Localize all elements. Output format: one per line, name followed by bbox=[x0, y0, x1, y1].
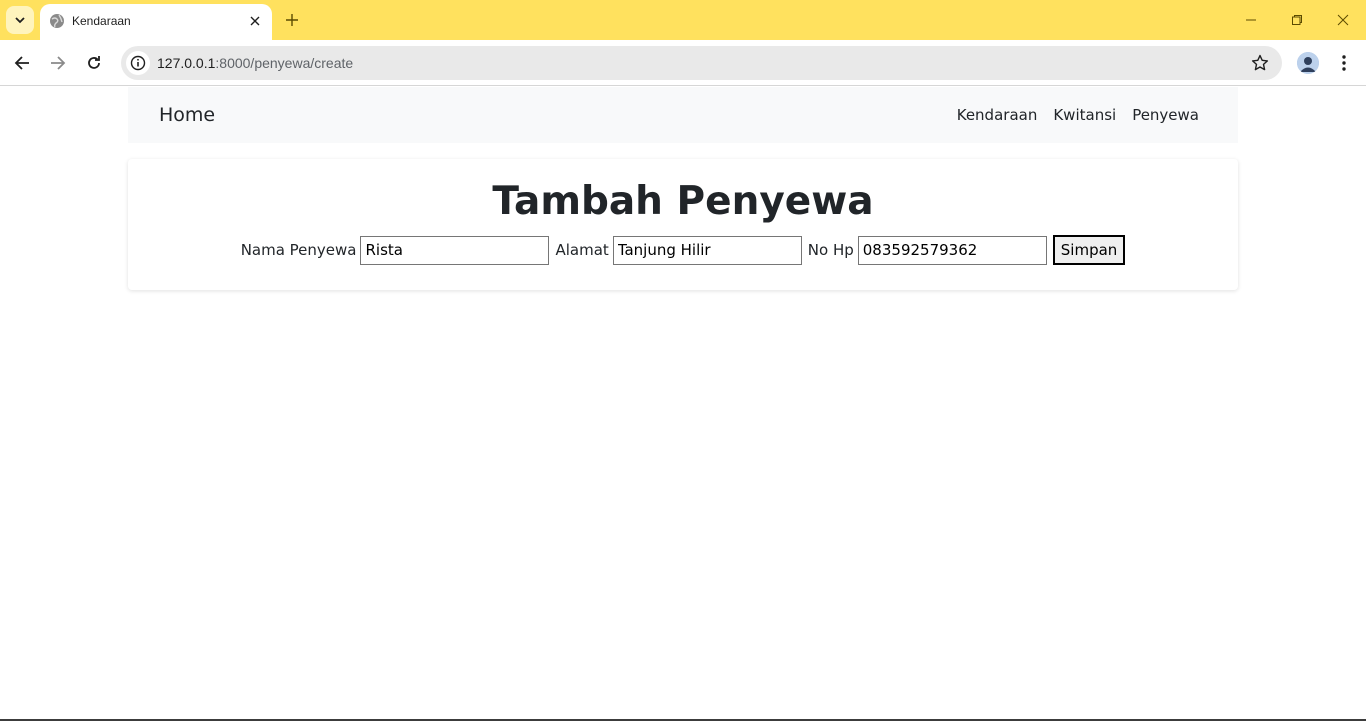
tab-search-button[interactable] bbox=[6, 6, 34, 34]
plus-icon bbox=[286, 14, 298, 26]
arrow-right-icon bbox=[51, 56, 66, 70]
hp-label: No Hp bbox=[807, 241, 854, 259]
back-button[interactable] bbox=[10, 51, 34, 75]
more-vert-icon bbox=[1342, 55, 1346, 71]
tab-strip: Kendaraan bbox=[0, 0, 1366, 40]
close-icon bbox=[1337, 14, 1349, 26]
browser-toolbar: 127.0.0.1:8000/penyewa/create bbox=[0, 40, 1366, 86]
alamat-label: Alamat bbox=[555, 241, 609, 259]
star-icon bbox=[1251, 54, 1269, 71]
minimize-button[interactable] bbox=[1241, 10, 1261, 30]
browser-tab[interactable]: Kendaraan bbox=[40, 4, 272, 40]
nama-input[interactable] bbox=[360, 235, 550, 265]
close-icon bbox=[250, 16, 260, 26]
site-info-button[interactable] bbox=[126, 51, 150, 75]
url-path: :8000/penyewa/create bbox=[215, 55, 354, 71]
hp-input[interactable] bbox=[857, 235, 1047, 265]
page-content: Home Kendaraan Kwitansi Penyewa Tambah P… bbox=[0, 87, 1366, 721]
alamat-input[interactable] bbox=[612, 235, 802, 265]
restore-icon bbox=[1292, 15, 1302, 25]
tab-close-button[interactable] bbox=[246, 12, 264, 30]
tab-title: Kendaraan bbox=[72, 14, 131, 28]
forward-button[interactable] bbox=[46, 51, 70, 75]
globe-icon bbox=[50, 14, 64, 28]
address-bar[interactable]: 127.0.0.1:8000/penyewa/create bbox=[121, 46, 1282, 80]
avatar-icon bbox=[1297, 52, 1319, 74]
page-title: Tambah Penyewa bbox=[492, 179, 874, 224]
browser-menu-button[interactable] bbox=[1334, 52, 1354, 74]
minimize-icon bbox=[1246, 19, 1256, 21]
bookmark-button[interactable] bbox=[1250, 53, 1270, 73]
close-window-button[interactable] bbox=[1333, 10, 1353, 30]
info-icon bbox=[130, 55, 146, 71]
nav-link-penyewa[interactable]: Penyewa bbox=[1132, 106, 1199, 124]
arrow-left-icon bbox=[14, 56, 29, 70]
restore-button[interactable] bbox=[1287, 10, 1307, 30]
nama-label: Nama Penyewa bbox=[240, 241, 357, 259]
reload-icon bbox=[88, 56, 100, 69]
navbar-links: Kendaraan Kwitansi Penyewa bbox=[957, 106, 1199, 124]
simpan-button[interactable]: Simpan bbox=[1052, 235, 1126, 265]
profile-avatar[interactable] bbox=[1297, 52, 1319, 74]
chevron-down-icon bbox=[15, 17, 25, 24]
new-tab-button[interactable] bbox=[282, 10, 302, 30]
url-text: 127.0.0.1:8000/penyewa/create bbox=[157, 55, 353, 71]
reload-button[interactable] bbox=[82, 51, 106, 75]
nav-link-kwitansi[interactable]: Kwitansi bbox=[1053, 106, 1116, 124]
form-card: Tambah Penyewa Nama Penyewa Alamat No Hp… bbox=[128, 159, 1238, 290]
navbar-brand[interactable]: Home bbox=[159, 104, 215, 126]
url-host: 127.0.0.1 bbox=[157, 55, 216, 71]
penyewa-form: Nama Penyewa Alamat No Hp Simpan bbox=[128, 235, 1238, 265]
navbar: Home Kendaraan Kwitansi Penyewa bbox=[128, 87, 1238, 143]
nav-link-kendaraan[interactable]: Kendaraan bbox=[957, 106, 1038, 124]
